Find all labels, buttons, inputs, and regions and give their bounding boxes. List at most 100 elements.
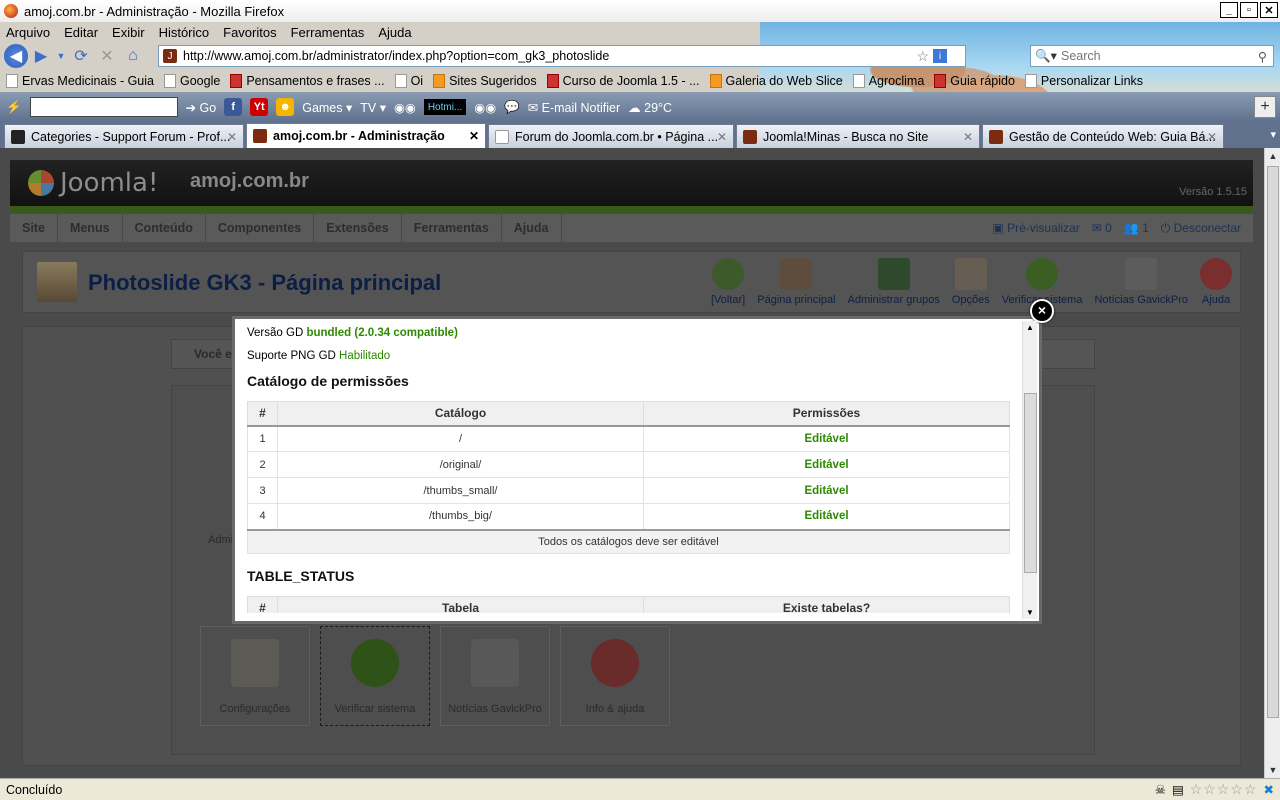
modal-scrollbar[interactable]: ▲ ▼ bbox=[1022, 321, 1037, 619]
bookmark-star-icon[interactable]: ☆ bbox=[916, 48, 929, 65]
page-status-icon[interactable]: ▤ bbox=[1172, 782, 1184, 797]
menu-editar[interactable]: Editar bbox=[64, 25, 98, 40]
volume-icon[interactable]: ◉◉ bbox=[474, 100, 496, 115]
page-info-icon[interactable]: i bbox=[933, 49, 947, 63]
system-check-modal: × Versão GD bundled (2.0.34 compatible) … bbox=[232, 299, 1054, 624]
stop-button[interactable]: ✕ bbox=[94, 44, 120, 68]
email-notifier-button[interactable]: ✉ E-mail Notifier bbox=[528, 100, 620, 115]
back-toolbar-button[interactable]: [Voltar] bbox=[711, 258, 745, 306]
scroll-up-icon[interactable]: ▲ bbox=[1265, 148, 1280, 164]
tv-button[interactable]: TV ▾ bbox=[360, 100, 386, 115]
info-help-icon-button[interactable]: Info & ajuda bbox=[560, 626, 670, 726]
gavickpro-news-button[interactable]: Notícias GavickPro bbox=[1094, 258, 1188, 306]
facebook-icon[interactable]: f bbox=[224, 98, 243, 116]
tab-amoj-admin[interactable]: amoj.com.br - Administração ✕ bbox=[246, 123, 486, 148]
gd-version-row: Versão GD bundled (2.0.34 compatible) bbox=[247, 327, 458, 339]
bookmark-item[interactable]: Oi bbox=[394, 74, 423, 89]
users-online[interactable]: 👥 1 bbox=[1124, 221, 1149, 235]
bookmark-item[interactable]: Agroclima bbox=[852, 74, 924, 89]
skype-icon[interactable]: ✖ bbox=[1264, 782, 1274, 797]
chat-icon[interactable]: 💬 bbox=[504, 100, 520, 115]
messenger-icon[interactable]: ☻ bbox=[276, 98, 295, 116]
forward-button[interactable]: ▶ bbox=[28, 44, 54, 68]
add-toolbar-button[interactable]: + bbox=[1254, 96, 1276, 118]
tab-close-icon[interactable]: ✕ bbox=[469, 129, 479, 143]
bookmark-item[interactable]: Galeria do Web Slice bbox=[709, 74, 843, 89]
logout-link[interactable]: ⏻ Desconectar bbox=[1161, 221, 1241, 236]
menu-ajuda[interactable]: Ajuda bbox=[378, 25, 411, 40]
close-window-button[interactable]: ✕ bbox=[1260, 2, 1278, 18]
messages-count[interactable]: ✉ 0 bbox=[1092, 221, 1112, 235]
menu-site[interactable]: Site bbox=[10, 214, 58, 242]
help-button[interactable]: Ajuda bbox=[1200, 258, 1232, 306]
bookmark-item[interactable]: Ervas Medicinais - Guia bbox=[6, 74, 154, 89]
page-title: Photoslide GK3 - Página principal bbox=[88, 270, 442, 295]
scroll-up-icon[interactable]: ▲ bbox=[1026, 323, 1034, 332]
menu-ferramentas[interactable]: Ferramentas bbox=[291, 25, 365, 40]
list-all-tabs-icon[interactable]: ▾ bbox=[1270, 128, 1276, 141]
manage-groups-button[interactable]: Administrar grupos bbox=[848, 258, 940, 306]
scroll-down-icon[interactable]: ▼ bbox=[1026, 608, 1034, 617]
menu-ajuda[interactable]: Ajuda bbox=[502, 214, 562, 242]
minimize-button[interactable]: _ bbox=[1220, 2, 1238, 18]
search-bar[interactable]: 🔍▾ Search ⚲ bbox=[1030, 45, 1274, 67]
bookmark-item[interactable]: Google bbox=[164, 74, 220, 89]
media-player-controls[interactable]: ◉◉ bbox=[394, 100, 416, 115]
scroll-thumb[interactable] bbox=[1267, 166, 1279, 718]
tab-close-icon[interactable]: ✕ bbox=[1207, 130, 1217, 144]
joomla-logo: Joomla! bbox=[28, 168, 158, 198]
menu-menus[interactable]: Menus bbox=[58, 214, 123, 242]
main-page-button[interactable]: Página principal bbox=[757, 258, 836, 306]
tab-close-icon[interactable]: ✕ bbox=[717, 130, 727, 144]
menu-exibir[interactable]: Exibir bbox=[112, 25, 145, 40]
preview-link[interactable]: ▣ Pré-visualizar bbox=[992, 221, 1079, 235]
back-button[interactable]: ◀ bbox=[4, 44, 28, 68]
menu-conteudo[interactable]: Conteúdo bbox=[123, 214, 206, 242]
maximize-button[interactable]: ▫ bbox=[1240, 2, 1258, 18]
tab-joomla-minas[interactable]: Joomla!Minas - Busca no Site ✕ bbox=[736, 124, 980, 148]
permission-cell: Editável bbox=[643, 503, 1010, 530]
bookmark-item[interactable]: Pensamentos e frases ... bbox=[230, 74, 385, 89]
addon-status-icon[interactable]: ☠ bbox=[1155, 782, 1166, 797]
tab-favicon-icon bbox=[253, 129, 267, 143]
page-scrollbar[interactable]: ▲ ▼ bbox=[1264, 148, 1280, 778]
config-icon-button[interactable]: Configurações bbox=[200, 626, 310, 726]
toolbar-logo-icon[interactable]: ⚡ bbox=[6, 100, 22, 115]
hotmail-selector[interactable]: Hotmi... bbox=[423, 99, 467, 115]
history-dropdown-icon[interactable]: ▼ bbox=[54, 44, 68, 68]
url-bar[interactable]: J http://www.amoj.com.br/administrator/i… bbox=[158, 45, 966, 67]
youtube-icon[interactable]: Yt bbox=[250, 98, 269, 116]
menu-arquivo[interactable]: Arquivo bbox=[6, 25, 50, 40]
menu-componentes[interactable]: Componentes bbox=[206, 214, 315, 242]
tab-close-icon[interactable]: ✕ bbox=[227, 130, 237, 144]
menu-favoritos[interactable]: Favoritos bbox=[223, 25, 276, 40]
bookmark-item[interactable]: Guia rápido bbox=[934, 74, 1015, 89]
weather-button[interactable]: ☁ 29°C bbox=[628, 100, 672, 115]
games-button[interactable]: Games ▾ bbox=[302, 100, 352, 115]
check-system-icon-button[interactable]: Verificar sistema bbox=[320, 626, 430, 726]
catalog-cell: /thumbs_big/ bbox=[277, 503, 644, 530]
menu-extensoes[interactable]: Extensões bbox=[314, 214, 402, 242]
news-icon-button[interactable]: Notícias GavickPro bbox=[440, 626, 550, 726]
rating-stars-icon[interactable]: ☆☆☆☆☆ bbox=[1190, 781, 1258, 798]
tab-gestao-conteudo[interactable]: Gestão de Conteúdo Web: Guia Bá... ✕ bbox=[982, 124, 1224, 148]
options-button[interactable]: Opções bbox=[952, 258, 990, 306]
reload-button[interactable]: ⟳ bbox=[68, 44, 94, 68]
tab-categories[interactable]: Categories - Support Forum - Prof... ✕ bbox=[4, 124, 244, 148]
search-go-icon[interactable]: ⚲ bbox=[1258, 49, 1267, 64]
page-icon bbox=[164, 74, 176, 89]
tab-close-icon[interactable]: ✕ bbox=[963, 130, 973, 144]
menu-ferramentas[interactable]: Ferramentas bbox=[402, 214, 502, 242]
modal-scroll-thumb[interactable] bbox=[1024, 393, 1037, 573]
modal-close-button[interactable]: × bbox=[1030, 299, 1054, 323]
bookmark-item[interactable]: Sites Sugeridos bbox=[433, 74, 537, 89]
search-engine-icon[interactable]: 🔍▾ bbox=[1031, 48, 1061, 64]
toolbar-search-input[interactable] bbox=[29, 97, 178, 117]
menu-historico[interactable]: Histórico bbox=[159, 25, 210, 40]
go-button[interactable]: ➔ Go bbox=[186, 100, 217, 115]
bookmark-item[interactable]: Personalizar Links bbox=[1024, 74, 1143, 89]
home-button[interactable]: ⌂ bbox=[120, 44, 146, 68]
bookmark-item[interactable]: Curso de Joomla 1.5 - ... bbox=[546, 74, 700, 89]
tab-forum-joomla[interactable]: Forum do Joomla.com.br • Página ... ✕ bbox=[488, 124, 734, 148]
scroll-down-icon[interactable]: ▼ bbox=[1265, 762, 1280, 778]
